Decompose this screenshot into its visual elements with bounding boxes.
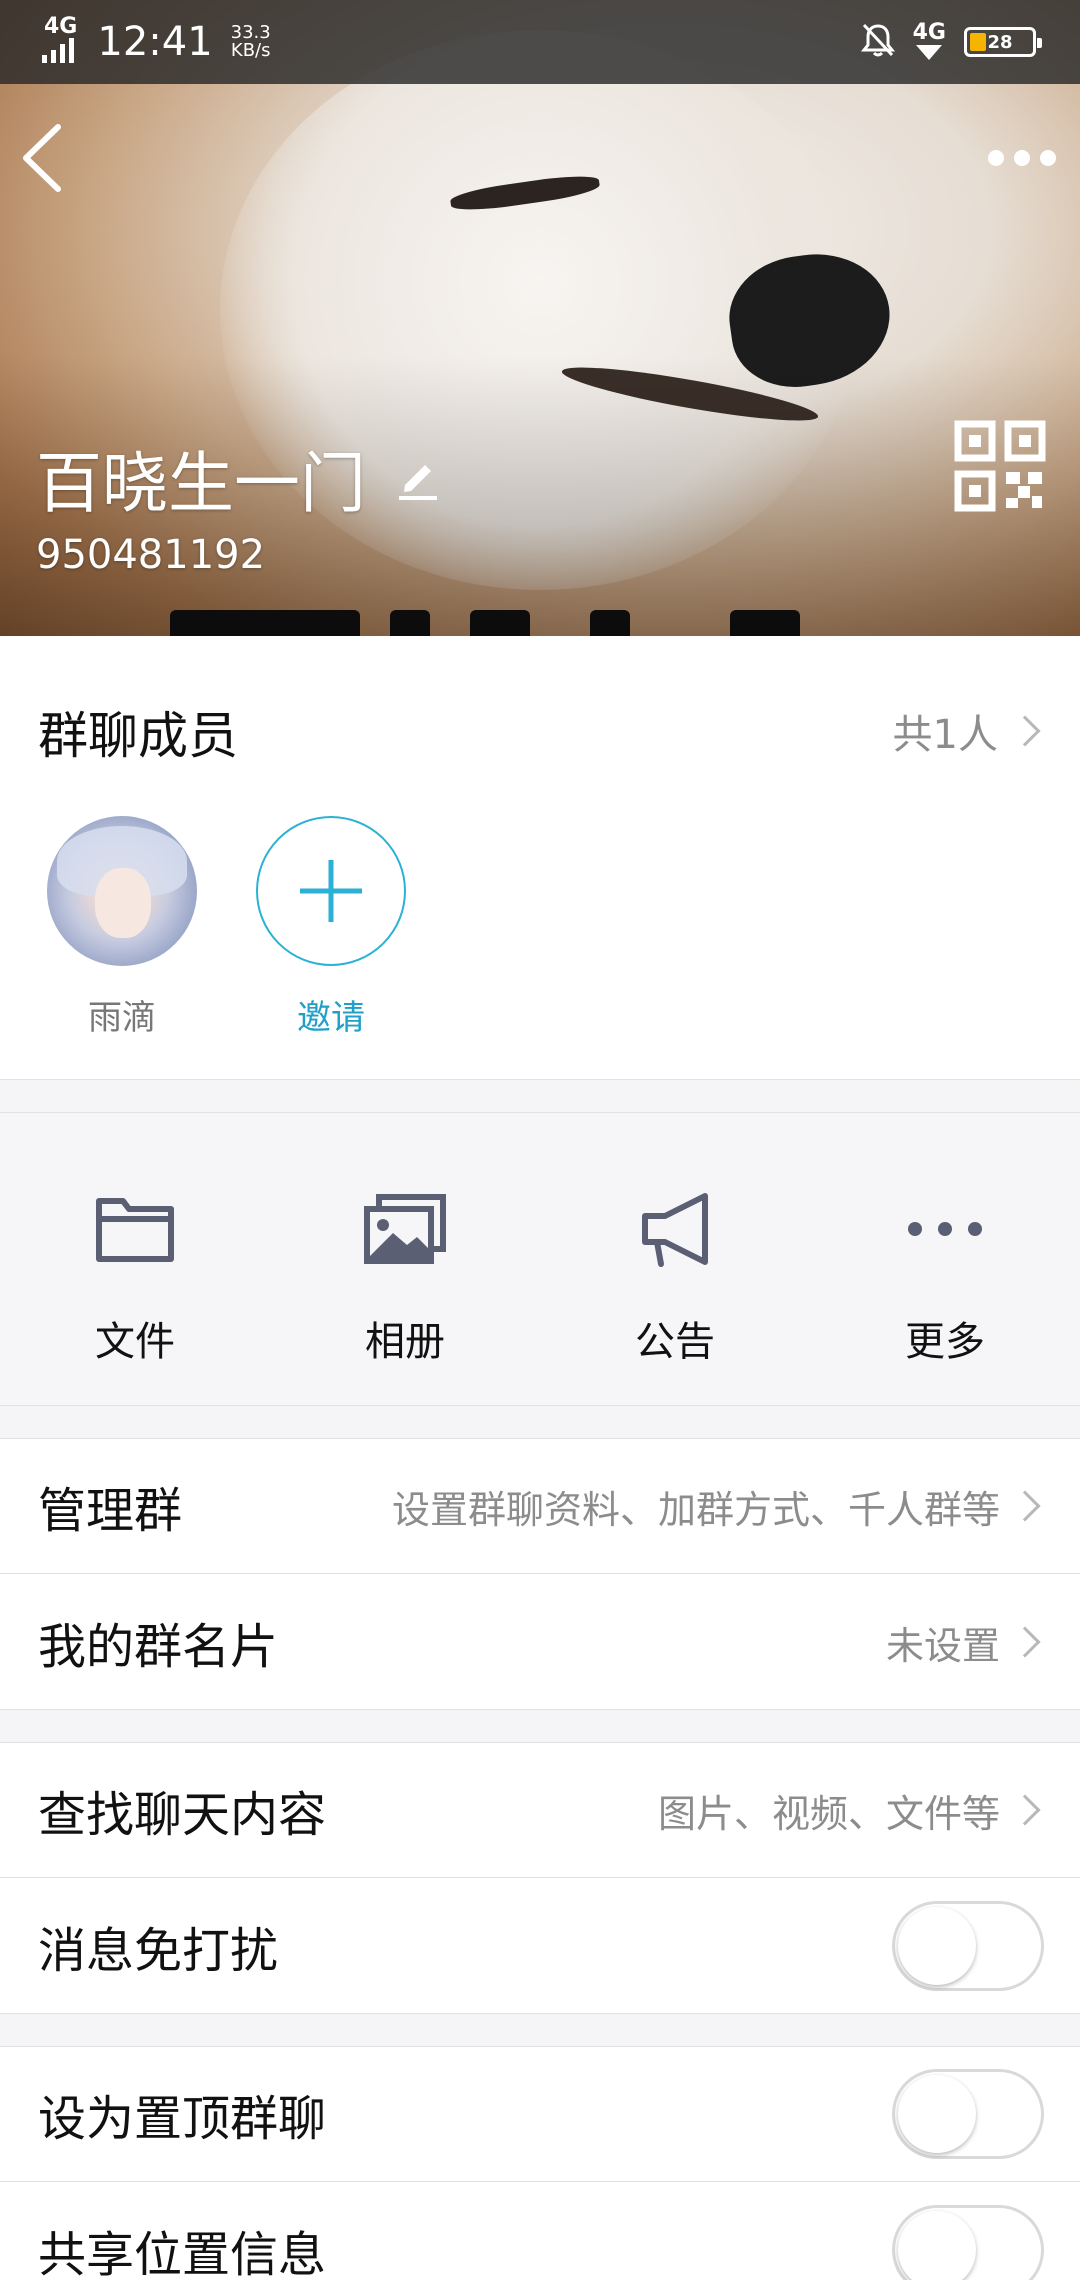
avatar <box>47 816 197 966</box>
row-title: 消息免打扰 <box>38 1923 279 1979</box>
back-button[interactable] <box>20 118 80 198</box>
album-icon <box>355 1189 455 1269</box>
more-dots-icon <box>895 1189 995 1269</box>
chevron-right-icon <box>1009 715 1041 747</box>
tools-grid: 文件 相册 公告 更多 <box>0 1112 1080 1406</box>
tool-label: 更多 <box>905 1319 985 1365</box>
chevron-right-icon <box>1009 1490 1041 1522</box>
members-count-link[interactable]: 共1人 <box>893 702 1044 760</box>
more-options-button[interactable] <box>982 130 1062 186</box>
do-not-disturb-row: 消息免打扰 <box>0 1878 1080 2014</box>
chevron-right-icon <box>1009 1794 1041 1826</box>
plus-icon <box>300 860 362 922</box>
more-dots-icon <box>988 150 1004 166</box>
share-location-row: 共享位置信息 <box>0 2182 1080 2280</box>
network-speed: 33.3 KB/s <box>230 22 271 61</box>
megaphone-icon <box>625 1189 725 1269</box>
qr-code-icon <box>954 420 1046 512</box>
network-4g-signal-icon: 4G <box>913 22 946 61</box>
row-value: 未设置 <box>885 1623 1000 1668</box>
share-location-toggle[interactable] <box>892 2205 1044 2280</box>
network-type: 4G <box>44 14 78 39</box>
invite-button[interactable]: 邀请 <box>254 816 408 1039</box>
row-title: 我的群名片 <box>38 1619 279 1675</box>
signal-icon <box>42 37 74 63</box>
row-value: 设置群聊资料、加群方式、千人群等 <box>391 1487 1000 1532</box>
pin-chat-row: 设为置顶群聊 <box>0 2046 1080 2182</box>
qr-code-button[interactable] <box>954 420 1046 512</box>
pin-chat-toggle[interactable] <box>892 2069 1044 2159</box>
edit-name-button[interactable] <box>390 450 446 506</box>
clock: 12:41 <box>97 19 213 65</box>
my-group-card-row[interactable]: 我的群名片 未设置 <box>0 1574 1080 1710</box>
row-title: 设为置顶群聊 <box>38 2091 327 2147</box>
tool-announcement[interactable]: 公告 <box>540 1113 810 1405</box>
row-value: 图片、视频、文件等 <box>657 1791 1000 1836</box>
group-id: 950481192 <box>36 532 266 578</box>
row-title: 共享位置信息 <box>38 2227 327 2280</box>
row-title: 管理群 <box>38 1483 183 1539</box>
manage-group-row[interactable]: 管理群 设置群聊资料、加群方式、千人群等 <box>0 1438 1080 1574</box>
chevron-right-icon <box>1009 1626 1041 1658</box>
members-section: 群聊成员 共1人 雨滴 邀请 <box>0 636 1080 1080</box>
folder-icon <box>85 1189 185 1269</box>
members-title: 群聊成员 <box>38 707 238 765</box>
tool-label: 公告 <box>635 1319 715 1365</box>
do-not-disturb-toggle[interactable] <box>892 1901 1044 1991</box>
invite-label: 邀请 <box>297 998 365 1038</box>
battery-icon: 28 <box>964 27 1042 57</box>
tool-more[interactable]: 更多 <box>810 1113 1080 1405</box>
tool-label: 文件 <box>95 1319 175 1365</box>
search-chat-row[interactable]: 查找聊天内容 图片、视频、文件等 <box>0 1742 1080 1878</box>
member-name: 雨滴 <box>88 998 156 1038</box>
tool-label: 相册 <box>365 1319 445 1365</box>
status-bar: 4G 12:41 33.3 KB/s 4G 28 <box>0 0 1080 84</box>
member-item[interactable]: 雨滴 <box>45 816 199 1039</box>
row-title: 查找聊天内容 <box>38 1787 327 1843</box>
group-name: 百晓生一门 <box>36 445 366 522</box>
tool-files[interactable]: 文件 <box>0 1113 270 1405</box>
mute-bell-icon <box>860 22 895 62</box>
pencil-icon <box>399 465 437 500</box>
tool-album[interactable]: 相册 <box>270 1113 540 1405</box>
back-arrow-icon <box>23 124 61 192</box>
